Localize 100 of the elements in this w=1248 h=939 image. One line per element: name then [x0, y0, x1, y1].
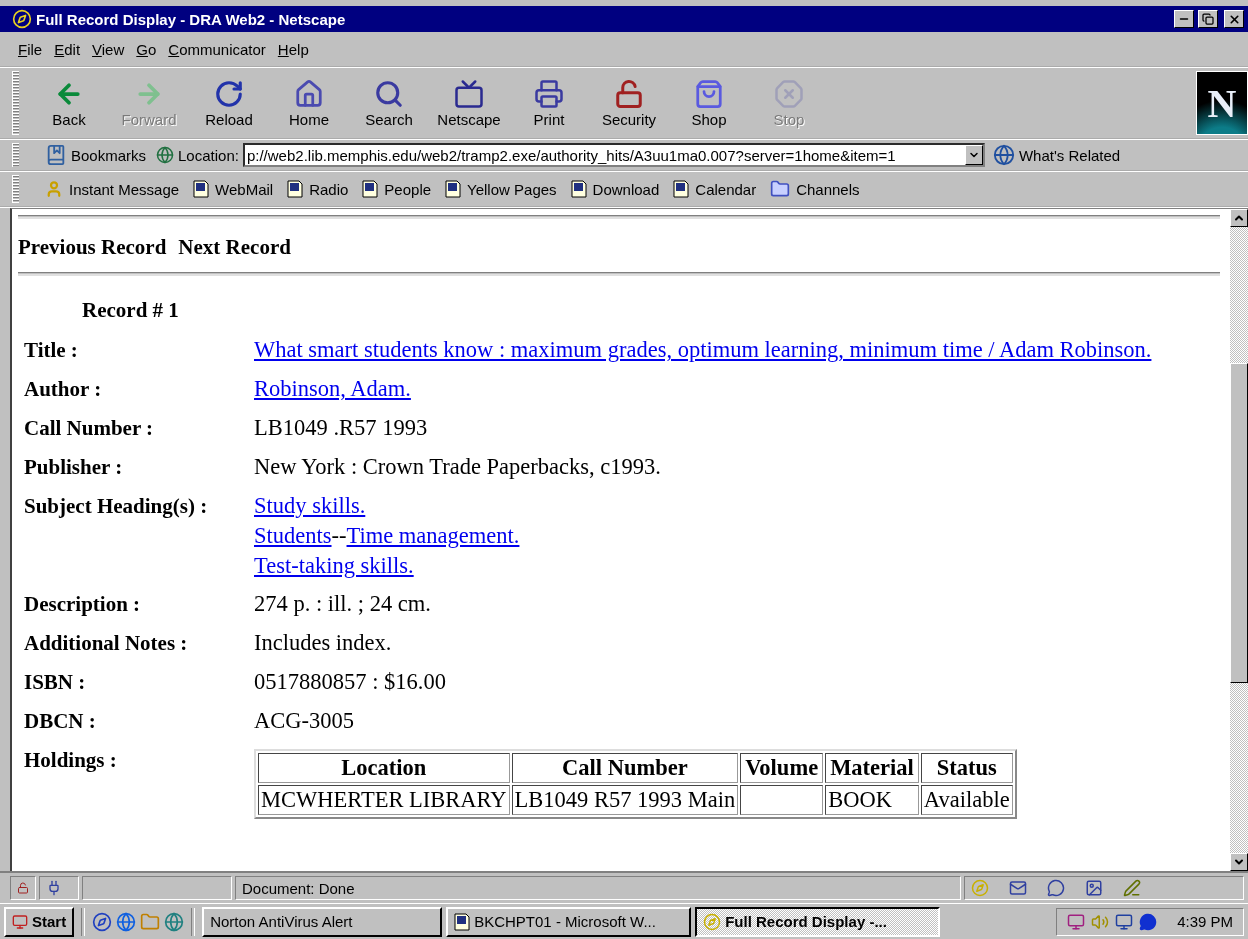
field-label: Holdings :	[24, 747, 118, 774]
record-link[interactable]: Study skills.	[254, 493, 366, 518]
globe-icon	[992, 144, 1015, 166]
record-link[interactable]: Robinson, Adam.	[254, 376, 411, 401]
field-label: Call Number :	[24, 415, 155, 442]
menu-item[interactable]: File	[18, 40, 43, 58]
scrollbar[interactable]	[1230, 209, 1248, 871]
field-label: ISBN :	[24, 669, 87, 696]
clock: 4:39 PM	[1177, 913, 1233, 930]
toolbar-grip[interactable]	[12, 175, 19, 203]
page-icon	[287, 180, 304, 198]
chat-icon	[1139, 912, 1158, 931]
reload-icon	[214, 78, 244, 109]
field-label: Description :	[24, 591, 142, 618]
record-link[interactable]: Test-taking skills.	[254, 553, 414, 578]
quick-launch-icon[interactable]	[164, 911, 185, 932]
toolbar-button[interactable]: Search	[349, 72, 429, 134]
taskbar-button[interactable]: BKCHPT01 - Microsoft W...	[446, 906, 692, 937]
column-header: Location	[258, 753, 510, 783]
field-value: LB1049 .R57 1993	[254, 415, 428, 440]
start-button[interactable]: Start	[4, 906, 75, 937]
compass-icon	[971, 879, 989, 897]
quick-launch-icon[interactable]	[116, 911, 137, 932]
record-link[interactable]: Time management.	[346, 523, 520, 548]
restore-button[interactable]	[1198, 10, 1218, 28]
column-header: Material	[825, 753, 919, 783]
field-label: Title :	[24, 337, 79, 364]
nav-link[interactable]: Previous Record	[18, 235, 167, 260]
house-icon	[294, 78, 324, 109]
speaker-icon	[1091, 912, 1110, 931]
bookmark-link[interactable]: Download	[592, 180, 660, 198]
toolbar-button[interactable]: Back	[29, 72, 109, 134]
column-header: Volume	[740, 753, 824, 783]
field-value: New York : Crown Trade Paperbacks, c1993.	[254, 454, 661, 479]
bookmark-link[interactable]: Instant Message	[69, 180, 180, 198]
compass-icon	[12, 9, 32, 29]
close-button[interactable]	[1224, 10, 1244, 28]
record-number: Record # 1	[82, 298, 180, 323]
field-label: Author :	[24, 376, 103, 403]
bookmark-link[interactable]: WebMail	[215, 180, 274, 198]
menu-item[interactable]: Communicator	[168, 40, 266, 58]
page-icon	[445, 180, 462, 198]
printer-icon	[534, 78, 564, 109]
column-header: Call Number	[511, 753, 739, 783]
folder-icon	[770, 179, 791, 199]
toolbar-button[interactable]: Shop	[669, 72, 749, 134]
toolbar-button[interactable]: Netscape	[429, 72, 509, 134]
menu-item[interactable]: View	[92, 40, 125, 58]
menu-item[interactable]: Edit	[54, 40, 81, 58]
padlock-icon	[614, 78, 644, 109]
record-link[interactable]: Students	[254, 523, 332, 548]
monitor-icon	[1067, 912, 1086, 931]
table-cell: MCWHERTER LIBRARY	[258, 785, 510, 815]
url-field[interactable]: p://web2.lib.memphis.edu/web2/tramp2.exe/authority_hits/A3uu1ma0.007?server=1home&item=1	[242, 143, 985, 167]
field-label: Subject Heading(s) :	[24, 493, 209, 520]
stop-icon	[774, 78, 804, 109]
toolbar-button[interactable]: Security	[589, 72, 669, 134]
menu-item[interactable]: Help	[277, 40, 309, 58]
taskbar-button[interactable]: Full Record Display -...	[695, 906, 941, 937]
bookmark-link[interactable]: Yellow Pages	[467, 180, 557, 198]
table-cell: Available	[920, 785, 1013, 815]
compass-icon	[703, 912, 722, 931]
close-icon	[1227, 12, 1241, 26]
bookmark-link[interactable]: People	[384, 180, 432, 198]
bag-icon	[694, 78, 724, 109]
field-value: --	[331, 523, 347, 548]
quick-launch-icon[interactable]	[92, 911, 113, 932]
bookmark-link[interactable]: Calendar	[695, 180, 757, 198]
column-header: Status	[920, 753, 1013, 783]
toolbar-grip[interactable]	[12, 71, 19, 135]
bookmark-link[interactable]: Radio	[309, 180, 349, 198]
tv-icon	[454, 78, 484, 109]
toolbar-button[interactable]: Print	[509, 72, 589, 134]
minimize-button[interactable]	[1174, 10, 1194, 28]
page-icon	[570, 180, 587, 198]
toolbar-button[interactable]: Home	[269, 72, 349, 134]
toolbar-button[interactable]: Reload	[189, 72, 269, 134]
toolbar-grip[interactable]	[12, 143, 19, 167]
globe-icon	[156, 146, 175, 164]
person-icon	[45, 180, 63, 198]
padlock-icon	[17, 880, 29, 896]
search-icon	[374, 78, 404, 109]
monitor-icon	[1115, 912, 1134, 931]
table-cell: LB1049 R57 1993 Main	[511, 785, 739, 815]
bookmark-icon	[45, 144, 67, 166]
related-button[interactable]: What's Related	[992, 144, 1121, 166]
page-icon	[362, 180, 379, 198]
menu-item[interactable]: Go	[136, 40, 157, 58]
taskbar-button[interactable]: Norton AntiVirus Alert	[202, 906, 443, 937]
field-value: 0517880857 : $16.00	[254, 669, 446, 694]
bookmarks-button[interactable]: Bookmarks	[45, 144, 147, 166]
page-icon	[454, 912, 471, 931]
bookmark-link[interactable]: Channels	[796, 180, 860, 198]
field-label: DBCN :	[24, 708, 97, 735]
field-label: Additional Notes :	[24, 630, 189, 657]
field-label: Publisher :	[24, 454, 124, 481]
record-link[interactable]: What smart students know : maximum grades, optimum learning, minimum time / Adam Robinson.	[254, 337, 1152, 362]
dropdown-button[interactable]	[964, 145, 983, 165]
mail-icon	[1009, 879, 1027, 897]
nav-link[interactable]: Next Record	[178, 235, 291, 260]
